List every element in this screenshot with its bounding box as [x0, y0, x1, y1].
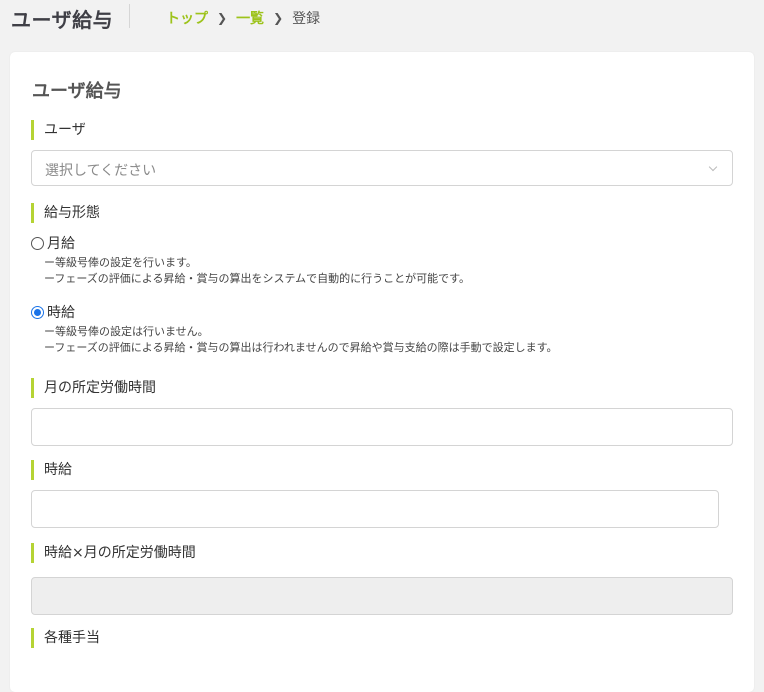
page-title: ユーザ給与	[11, 8, 114, 32]
form-title: ユーザ給与	[32, 81, 122, 102]
chevron-right-icon: ❯	[217, 11, 228, 25]
hourly-x-hours-label: 時給×月の所定労働時間	[31, 543, 196, 563]
allowances-label: 各種手当	[31, 628, 100, 648]
radio-hourly[interactable]	[31, 305, 44, 319]
pay-type-label: 給与形態	[31, 203, 100, 223]
form-card: ユーザ給与 ユーザ 選択してください 給与形態 月給 ー等級号俸の設定を行います…	[10, 52, 754, 692]
chevron-right-icon: ❯	[273, 11, 284, 25]
monthly-hours-label: 月の所定労働時間	[31, 378, 156, 398]
user-select-placeholder: 選択してください	[45, 163, 157, 179]
hourly-note-2: ーフェーズの評価による昇給・賞与の算出は行われませんので昇給や賞与支給の際は手動…	[44, 341, 558, 354]
chevron-down-icon	[708, 162, 718, 172]
title-divider	[129, 4, 130, 28]
top-bar: ユーザ給与 トップ ❯ 一覧 ❯ 登録	[0, 0, 764, 40]
radio-monthly-label: 月給	[47, 236, 75, 252]
monthly-note-2: ーフェーズの評価による昇給・賞与の算出をシステムで自動的に行うことが可能です。	[44, 272, 471, 285]
radio-hourly-label: 時給	[47, 305, 75, 321]
hourly-x-hours-field	[31, 577, 733, 615]
breadcrumb-top-link[interactable]: トップ	[166, 8, 208, 28]
monthly-note-1: ー等級号俸の設定を行います。	[44, 256, 197, 269]
radio-monthly-option[interactable]: 月給	[31, 233, 75, 253]
breadcrumb: トップ ❯ 一覧 ❯ 登録	[166, 8, 320, 28]
monthly-hours-input[interactable]	[31, 408, 733, 446]
user-select[interactable]: 選択してください	[31, 150, 733, 186]
hourly-wage-input[interactable]	[31, 490, 719, 528]
hourly-note-1: ー等級号俸の設定は行いません。	[44, 325, 209, 338]
radio-monthly[interactable]	[31, 236, 44, 250]
user-label: ユーザ	[31, 120, 86, 140]
breadcrumb-list-link[interactable]: 一覧	[236, 8, 264, 28]
radio-hourly-option[interactable]: 時給	[31, 302, 75, 322]
breadcrumb-current: 登録	[292, 11, 321, 27]
hourly-wage-label: 時給	[31, 460, 72, 480]
